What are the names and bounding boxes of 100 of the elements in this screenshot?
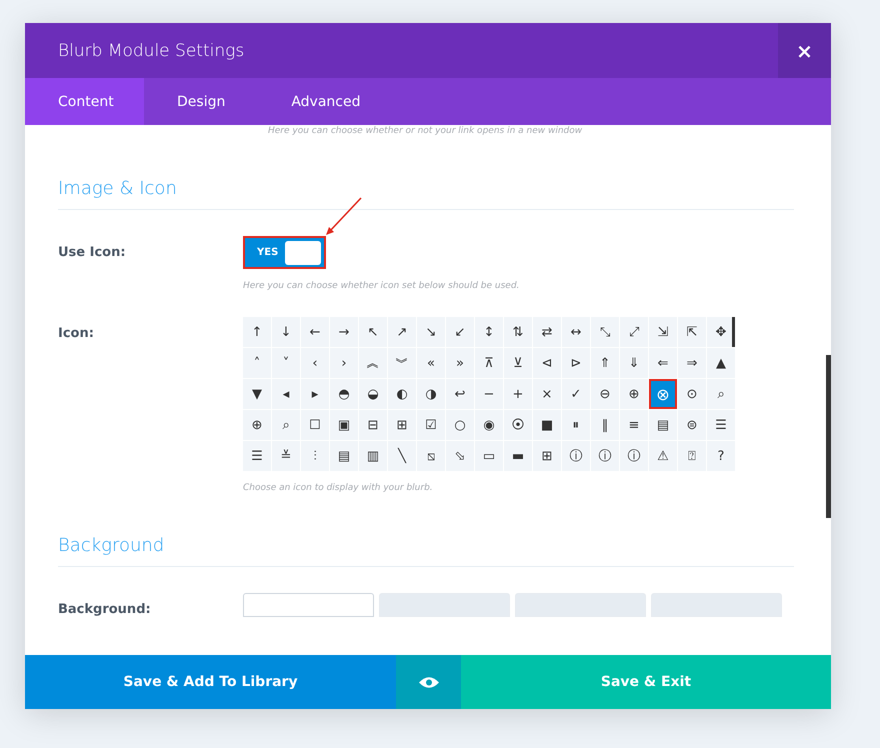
icon-option[interactable]: ⤢: [620, 317, 648, 347]
icon-option[interactable]: ⇓: [620, 348, 648, 378]
icon-option[interactable]: ▲: [707, 348, 735, 378]
icon-option[interactable]: ↖: [359, 317, 387, 347]
scrollbar[interactable]: [732, 317, 735, 347]
close-button[interactable]: ×: [778, 23, 831, 78]
icon-option[interactable]: ▥: [359, 441, 387, 471]
tab[interactable]: Design: [144, 78, 258, 125]
icon-option[interactable]: ︽: [359, 348, 387, 378]
icon-option[interactable]: ⊙: [678, 379, 706, 409]
icon-option[interactable]: ⌕: [707, 379, 735, 409]
icon-option[interactable]: ⌕: [272, 410, 300, 440]
icon-option[interactable]: ▣: [330, 410, 358, 440]
toggle-switch[interactable]: YES: [243, 236, 326, 269]
icon-option[interactable]: ›: [330, 348, 358, 378]
icon-option[interactable]: ⓘ: [591, 441, 619, 471]
icon-option[interactable]: ☰: [707, 410, 735, 440]
field-hint: Choose an icon to display with your blurb.: [243, 483, 434, 493]
icon-option[interactable]: ◂: [272, 379, 300, 409]
icon-option[interactable]: ↙: [446, 317, 474, 347]
icon-option[interactable]: ▸: [301, 379, 329, 409]
icon-option[interactable]: ◒: [359, 379, 387, 409]
icon-option[interactable]: ⊞: [388, 410, 416, 440]
icon-option[interactable]: ⊖: [591, 379, 619, 409]
tab[interactable]: Content: [25, 78, 144, 125]
icon-option[interactable]: ▤: [330, 441, 358, 471]
tab[interactable]: Advanced: [258, 78, 394, 125]
icon-option[interactable]: ▼: [243, 379, 271, 409]
icon-option[interactable]: ☰: [243, 441, 271, 471]
icon-option[interactable]: ⦿: [504, 410, 532, 440]
icon-option[interactable]: ✓: [562, 379, 590, 409]
icon-option[interactable]: ×: [533, 379, 561, 409]
icon-option[interactable]: ⊕: [620, 379, 648, 409]
icon-option[interactable]: ◑: [417, 379, 445, 409]
background-type-tab[interactable]: [651, 593, 782, 617]
icon-option[interactable]: ○: [446, 410, 474, 440]
icon-option[interactable]: ≚: [272, 441, 300, 471]
icon-option[interactable]: ↔: [562, 317, 590, 347]
icon-option[interactable]: ˅: [272, 348, 300, 378]
icon-option[interactable]: ⊞: [533, 441, 561, 471]
field-hint: Here you can choose whether or not your link opens in a new window: [268, 126, 584, 136]
icon-option[interactable]: ⊲: [533, 348, 561, 378]
icon-option[interactable]: ⓘ: [562, 441, 590, 471]
save-to-library-button[interactable]: Save & Add To Library: [25, 655, 396, 709]
icon-option[interactable]: ⤡: [591, 317, 619, 347]
icon-option[interactable]: ◓: [330, 379, 358, 409]
icon-option[interactable]: ◉: [475, 410, 503, 440]
icon-option[interactable]: ↘: [417, 317, 445, 347]
icon-option[interactable]: ⇒: [678, 348, 706, 378]
preview-button[interactable]: [396, 655, 461, 709]
icon-option[interactable]: →: [330, 317, 358, 347]
icon-option[interactable]: ⊼: [475, 348, 503, 378]
icon-option[interactable]: −: [475, 379, 503, 409]
icon-option[interactable]: ↕: [475, 317, 503, 347]
icon-option[interactable]: ▭: [475, 441, 503, 471]
icon-option[interactable]: ‖: [591, 410, 619, 440]
icon-option[interactable]: ⇑: [591, 348, 619, 378]
icon-option[interactable]: ⍰: [678, 441, 706, 471]
icon-option[interactable]: ←: [301, 317, 329, 347]
icon-option[interactable]: ?: [707, 441, 735, 471]
icon-option[interactable]: ⊳: [562, 348, 590, 378]
icon-option[interactable]: ⇐: [649, 348, 677, 378]
icon-option[interactable]: ⊕: [243, 410, 271, 440]
icon-option[interactable]: ︾: [388, 348, 416, 378]
icon-option[interactable]: ˄: [243, 348, 271, 378]
icon-option[interactable]: ☑: [417, 410, 445, 440]
icon-option[interactable]: ⊗: [649, 379, 677, 409]
background-type-tab[interactable]: [515, 593, 646, 617]
section-heading: Background: [58, 493, 794, 567]
icon-option[interactable]: ⫶: [301, 441, 329, 471]
icon-option[interactable]: ⊻: [504, 348, 532, 378]
icon-option[interactable]: ⇄: [533, 317, 561, 347]
icon-option[interactable]: ≡: [620, 410, 648, 440]
icon-option[interactable]: ⇅: [504, 317, 532, 347]
icon-option[interactable]: +: [504, 379, 532, 409]
icon-option[interactable]: ╲: [388, 441, 416, 471]
icon-option[interactable]: ⊜: [678, 410, 706, 440]
icon-option[interactable]: ⊟: [359, 410, 387, 440]
icon-option[interactable]: ▤: [649, 410, 677, 440]
icon-option[interactable]: ‹: [301, 348, 329, 378]
icon-option[interactable]: »: [446, 348, 474, 378]
icon-option[interactable]: ⇲: [649, 317, 677, 347]
icon-option[interactable]: ⓘ: [620, 441, 648, 471]
icon-option[interactable]: «: [417, 348, 445, 378]
icon-option[interactable]: ⬂: [446, 441, 474, 471]
icon-option[interactable]: ↩: [446, 379, 474, 409]
icon-option[interactable]: ⧅: [417, 441, 445, 471]
scrollbar[interactable]: [826, 355, 831, 518]
icon-option[interactable]: ⇱: [678, 317, 706, 347]
icon-option[interactable]: ⚠: [649, 441, 677, 471]
icon-option[interactable]: ↑: [243, 317, 271, 347]
icon-option[interactable]: ↗: [388, 317, 416, 347]
background-type-tab[interactable]: [243, 593, 374, 617]
icon-option[interactable]: ↓: [272, 317, 300, 347]
background-type-tab[interactable]: [379, 593, 510, 617]
icon-option[interactable]: ⏸: [562, 410, 590, 440]
icon-option[interactable]: ☐: [301, 410, 329, 440]
icon-option[interactable]: ▬: [504, 441, 532, 471]
icon-option[interactable]: ◐: [388, 379, 416, 409]
icon-option[interactable]: ■: [533, 410, 561, 440]
